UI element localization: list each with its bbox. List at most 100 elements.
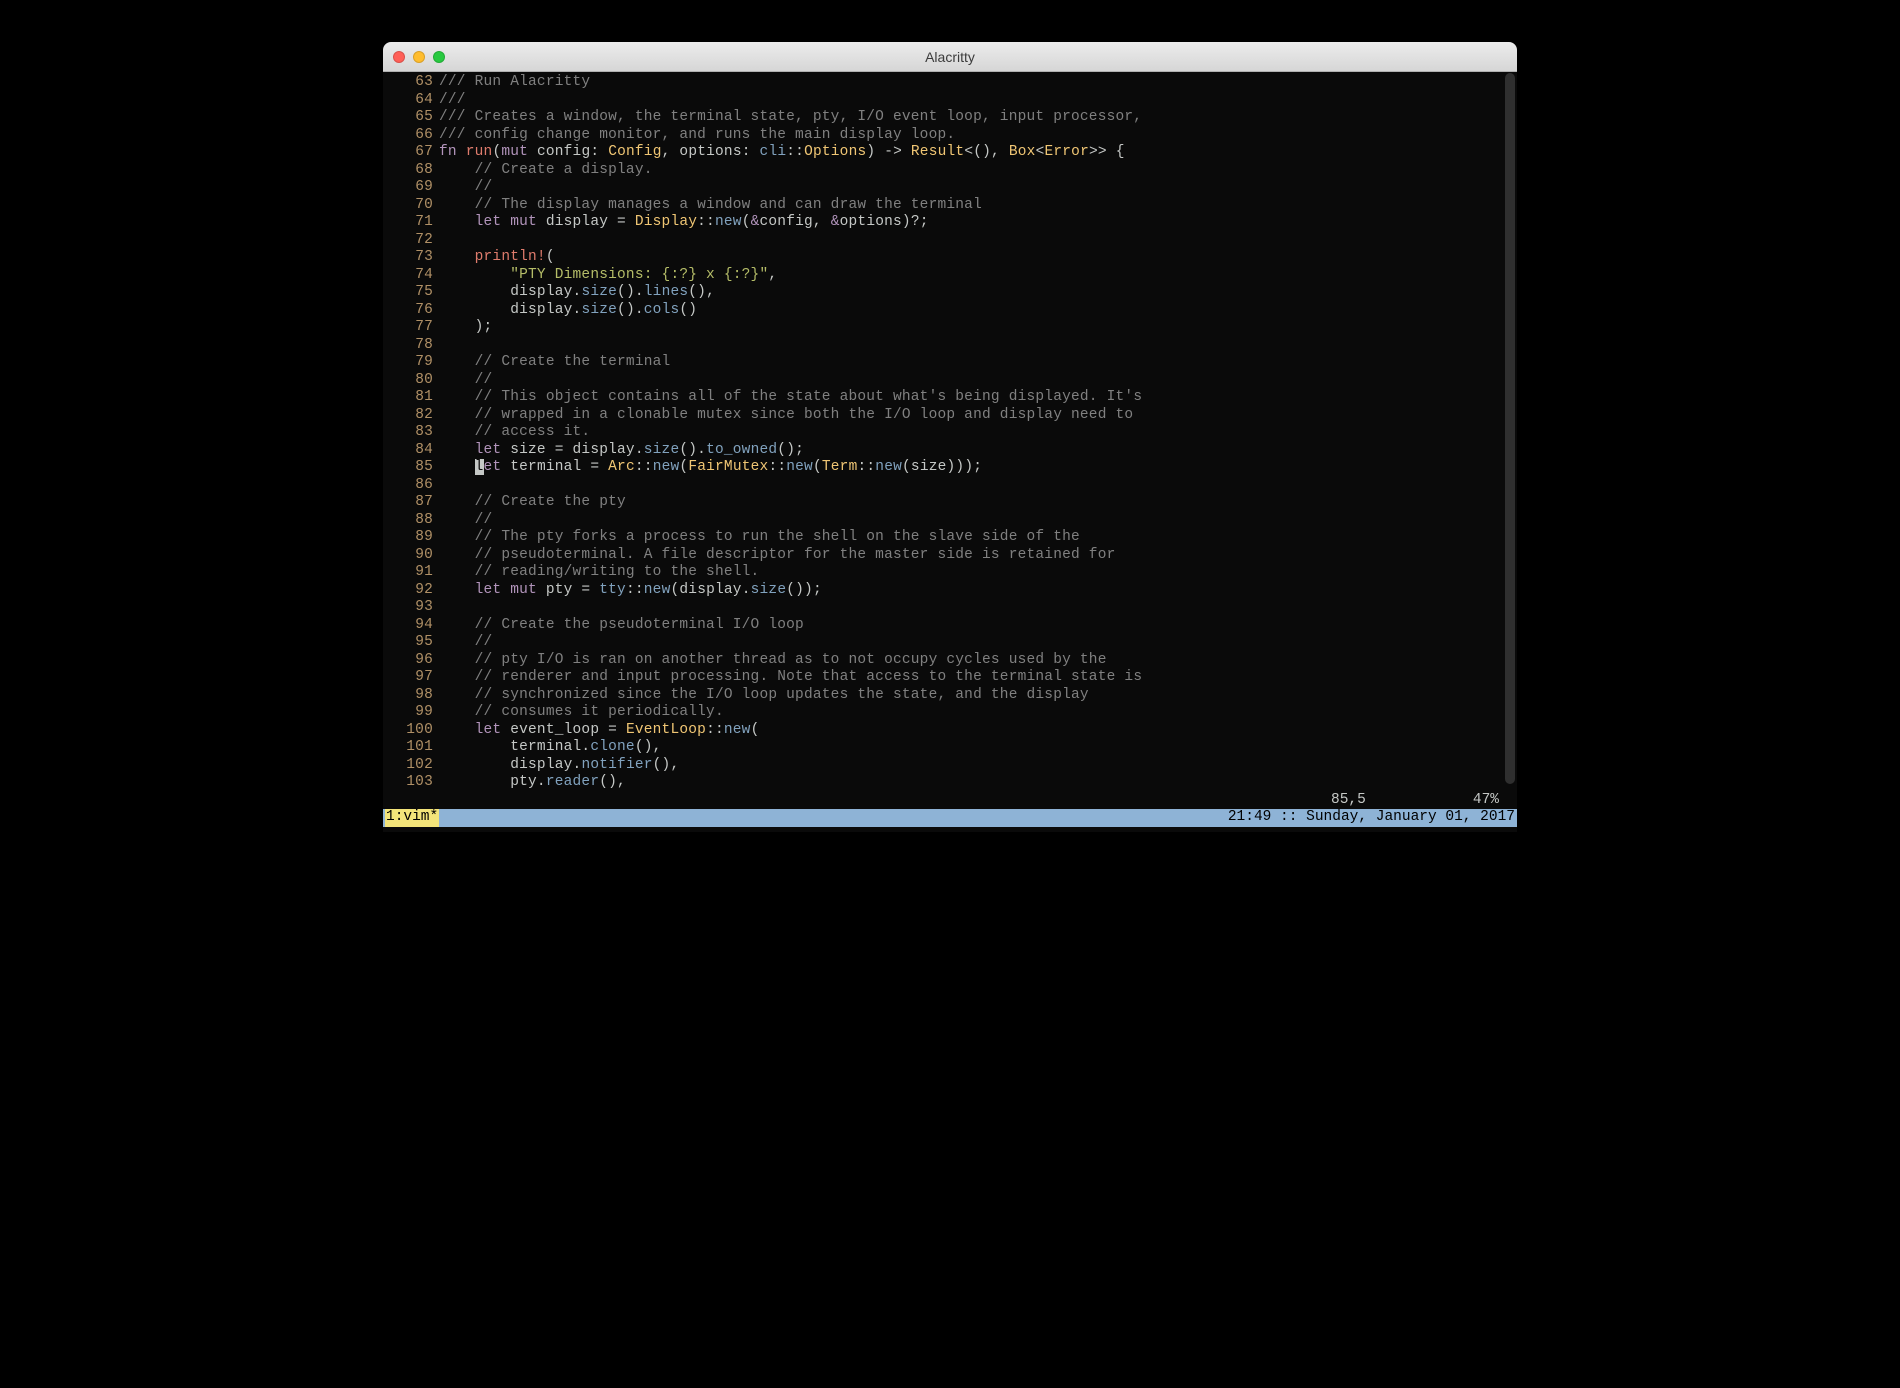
code-line[interactable]: 99 // consumes it periodically. xyxy=(383,704,1517,722)
code-line[interactable]: 75 display.size().lines(), xyxy=(383,284,1517,302)
zoom-icon[interactable] xyxy=(433,51,445,63)
code-line[interactable]: 66/// config change monitor, and runs th… xyxy=(383,127,1517,145)
code-content[interactable]: // The pty forks a process to run the sh… xyxy=(439,529,1517,547)
code-content[interactable]: /// xyxy=(439,92,1517,110)
code-content[interactable]: // xyxy=(439,372,1517,390)
code-line[interactable]: 76 display.size().cols() xyxy=(383,302,1517,320)
code-line[interactable]: 78 xyxy=(383,337,1517,355)
code-content[interactable]: // pty I/O is ran on another thread as t… xyxy=(439,652,1517,670)
minimize-icon[interactable] xyxy=(413,51,425,63)
code-content[interactable]: // This object contains all of the state… xyxy=(439,389,1517,407)
code-line[interactable]: 102 display.notifier(), xyxy=(383,757,1517,775)
tmux-window-tab[interactable]: 1:vim* xyxy=(385,809,439,827)
code-content[interactable]: // pseudoterminal. A file descriptor for… xyxy=(439,547,1517,565)
code-content[interactable]: let size = display.size().to_owned(); xyxy=(439,442,1517,460)
code-content[interactable]: // xyxy=(439,634,1517,652)
code-line[interactable]: 98 // synchronized since the I/O loop up… xyxy=(383,687,1517,705)
line-number: 69 xyxy=(383,179,439,197)
code-line[interactable]: 63/// Run Alacritty xyxy=(383,74,1517,92)
code-line[interactable]: 80 // xyxy=(383,372,1517,390)
code-content[interactable]: "PTY Dimensions: {:?} x {:?}", xyxy=(439,267,1517,285)
scrollbar-thumb[interactable] xyxy=(1505,73,1515,784)
code-content[interactable]: // Create the terminal xyxy=(439,354,1517,372)
code-content[interactable]: let terminal = Arc::new(FairMutex::new(T… xyxy=(439,459,1517,477)
code-line[interactable]: 82 // wrapped in a clonable mutex since … xyxy=(383,407,1517,425)
code-line[interactable]: 70 // The display manages a window and c… xyxy=(383,197,1517,215)
code-line[interactable]: 101 terminal.clone(), xyxy=(383,739,1517,757)
code-content[interactable]: // reading/writing to the shell. xyxy=(439,564,1517,582)
code-line[interactable]: 89 // The pty forks a process to run the… xyxy=(383,529,1517,547)
code-content[interactable]: // wrapped in a clonable mutex since bot… xyxy=(439,407,1517,425)
code-line[interactable]: 69 // xyxy=(383,179,1517,197)
code-line[interactable]: 93 xyxy=(383,599,1517,617)
code-line[interactable]: 79 // Create the terminal xyxy=(383,354,1517,372)
code-line[interactable]: 65/// Creates a window, the terminal sta… xyxy=(383,109,1517,127)
code-line[interactable]: 103 pty.reader(), xyxy=(383,774,1517,792)
code-content[interactable]: // synchronized since the I/O loop updat… xyxy=(439,687,1517,705)
code-content[interactable]: // xyxy=(439,512,1517,530)
code-content[interactable] xyxy=(439,477,1517,495)
code-content[interactable] xyxy=(439,232,1517,250)
terminal-body[interactable]: 63/// Run Alacritty64///65/// Creates a … xyxy=(383,72,1517,832)
code-content[interactable]: pty.reader(), xyxy=(439,774,1517,792)
code-line[interactable]: 94 // Create the pseudoterminal I/O loop xyxy=(383,617,1517,635)
code-content[interactable]: let mut display = Display::new(&config, … xyxy=(439,214,1517,232)
code-line[interactable]: 96 // pty I/O is ran on another thread a… xyxy=(383,652,1517,670)
code-content[interactable]: // xyxy=(439,179,1517,197)
code-content[interactable] xyxy=(439,599,1517,617)
code-content[interactable]: display.size().lines(), xyxy=(439,284,1517,302)
scrollbar[interactable] xyxy=(1503,72,1517,798)
code-line[interactable]: 67fn run(mut config: Config, options: cl… xyxy=(383,144,1517,162)
code-content[interactable]: println!( xyxy=(439,249,1517,267)
code-content[interactable]: /// Run Alacritty xyxy=(439,74,1517,92)
code-line[interactable]: 95 // xyxy=(383,634,1517,652)
code-line[interactable]: 92 let mut pty = tty::new(display.size()… xyxy=(383,582,1517,600)
line-number: 71 xyxy=(383,214,439,232)
code-line[interactable]: 91 // reading/writing to the shell. xyxy=(383,564,1517,582)
line-number: 84 xyxy=(383,442,439,460)
code-line[interactable]: 100 let event_loop = EventLoop::new( xyxy=(383,722,1517,740)
code-content[interactable]: ); xyxy=(439,319,1517,337)
code-line[interactable]: 83 // access it. xyxy=(383,424,1517,442)
code-line[interactable]: 72 xyxy=(383,232,1517,250)
code-content[interactable]: display.notifier(), xyxy=(439,757,1517,775)
code-line[interactable]: 97 // renderer and input processing. Not… xyxy=(383,669,1517,687)
code-line[interactable]: 85 let terminal = Arc::new(FairMutex::ne… xyxy=(383,459,1517,477)
code-line[interactable]: 68 // Create a display. xyxy=(383,162,1517,180)
line-number: 77 xyxy=(383,319,439,337)
code-content[interactable]: /// Creates a window, the terminal state… xyxy=(439,109,1517,127)
code-line[interactable]: 73 println!( xyxy=(383,249,1517,267)
code-content[interactable]: /// config change monitor, and runs the … xyxy=(439,127,1517,145)
code-content[interactable] xyxy=(439,337,1517,355)
tmux-clock: 21:49 :: Sunday, January 01, 2017 xyxy=(1228,809,1515,827)
code-content[interactable]: terminal.clone(), xyxy=(439,739,1517,757)
code-content[interactable]: display.size().cols() xyxy=(439,302,1517,320)
titlebar[interactable]: Alacritty xyxy=(383,42,1517,72)
code-line[interactable]: 74 "PTY Dimensions: {:?} x {:?}", xyxy=(383,267,1517,285)
line-number: 89 xyxy=(383,529,439,547)
code-line[interactable]: 81 // This object contains all of the st… xyxy=(383,389,1517,407)
line-number: 87 xyxy=(383,494,439,512)
code-content[interactable]: // Create a display. xyxy=(439,162,1517,180)
code-content[interactable]: // The display manages a window and can … xyxy=(439,197,1517,215)
code-content[interactable]: // Create the pty xyxy=(439,494,1517,512)
code-content[interactable]: // Create the pseudoterminal I/O loop xyxy=(439,617,1517,635)
code-line[interactable]: 87 // Create the pty xyxy=(383,494,1517,512)
line-number: 96 xyxy=(383,652,439,670)
code-line[interactable]: 90 // pseudoterminal. A file descriptor … xyxy=(383,547,1517,565)
line-number: 98 xyxy=(383,687,439,705)
code-content[interactable]: // renderer and input processing. Note t… xyxy=(439,669,1517,687)
code-line[interactable]: 64/// xyxy=(383,92,1517,110)
code-content[interactable]: let mut pty = tty::new(display.size()); xyxy=(439,582,1517,600)
code-content[interactable]: let event_loop = EventLoop::new( xyxy=(439,722,1517,740)
code-line[interactable]: 71 let mut display = Display::new(&confi… xyxy=(383,214,1517,232)
close-icon[interactable] xyxy=(393,51,405,63)
code-content[interactable]: fn run(mut config: Config, options: cli:… xyxy=(439,144,1517,162)
code-line[interactable]: 77 ); xyxy=(383,319,1517,337)
code-line[interactable]: 88 // xyxy=(383,512,1517,530)
code-content[interactable]: // access it. xyxy=(439,424,1517,442)
code-editor[interactable]: 63/// Run Alacritty64///65/// Creates a … xyxy=(383,74,1517,792)
code-content[interactable]: // consumes it periodically. xyxy=(439,704,1517,722)
code-line[interactable]: 84 let size = display.size().to_owned(); xyxy=(383,442,1517,460)
code-line[interactable]: 86 xyxy=(383,477,1517,495)
